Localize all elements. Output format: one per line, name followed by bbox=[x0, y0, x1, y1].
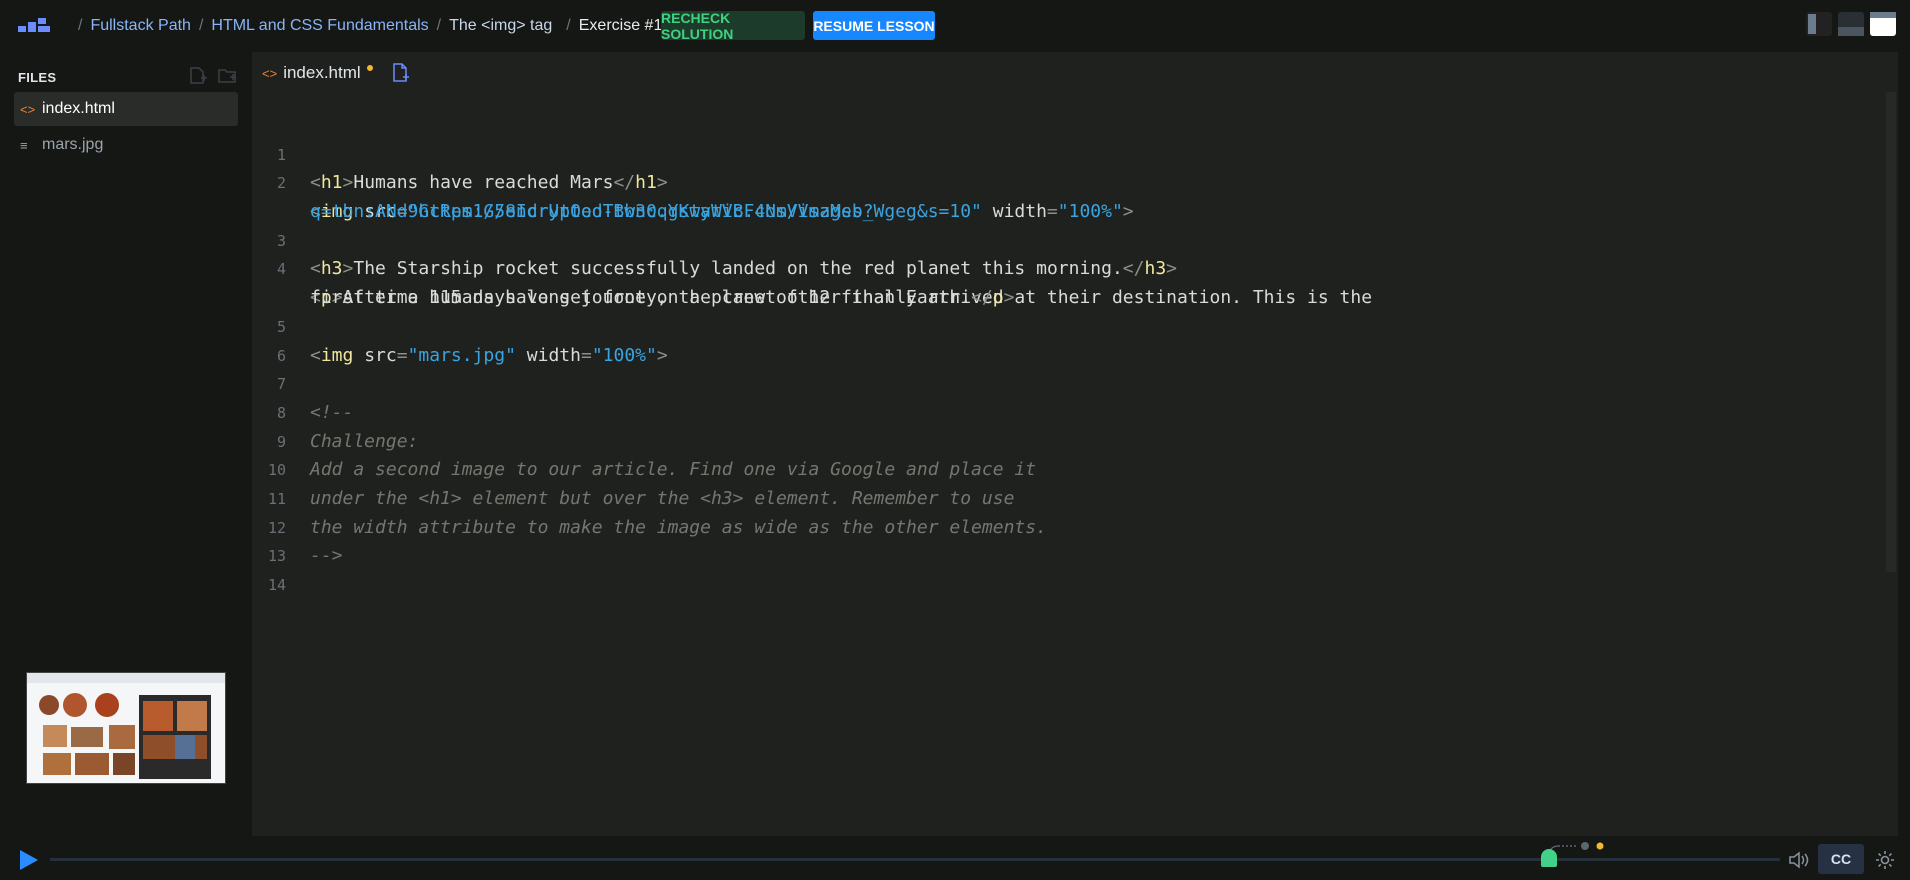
new-file-icon[interactable] bbox=[391, 63, 411, 83]
video-preview-thumbnail[interactable] bbox=[26, 672, 226, 784]
tab-index-html[interactable]: <> index.html bbox=[262, 63, 373, 83]
unsaved-dot-icon bbox=[366, 65, 373, 71]
scrimba-logo-icon[interactable] bbox=[18, 18, 52, 34]
code-line: 11 the width attribute to make the image… bbox=[252, 456, 1872, 538]
html-file-icon: <> bbox=[20, 101, 36, 117]
html-file-icon: <> bbox=[262, 65, 278, 81]
code-line: 5 <img src="mars.jpg" width="100%"> bbox=[252, 284, 1872, 366]
layout-console-icon[interactable] bbox=[1838, 12, 1864, 36]
code-line: 2 <img src="https://encrypted-tbn0.gstat… bbox=[252, 141, 1872, 222]
breadcrumb-separator: / bbox=[198, 17, 204, 34]
code-line: 6 bbox=[252, 313, 1872, 365]
code-line-wrap: q=tbn:ANd9GcRem1G58IdrUtOooTBw3cqYKwyWVB… bbox=[252, 169, 1872, 222]
breadcrumb-fullstack-path[interactable]: Fullstack Path bbox=[90, 17, 190, 35]
breadcrumb-html-css-fundamentals[interactable]: HTML and CSS Fundamentals bbox=[211, 17, 428, 35]
files-heading: FILES bbox=[18, 70, 57, 85]
tab-label: index.html bbox=[283, 63, 361, 82]
code-line-wrap: first time humans have set foot on a pla… bbox=[252, 255, 1872, 308]
file-name: index.html bbox=[42, 100, 115, 117]
gear-icon[interactable] bbox=[1874, 849, 1896, 871]
breadcrumb-separator: / bbox=[436, 17, 442, 34]
layout-sidebar-icon[interactable] bbox=[1806, 12, 1832, 36]
editor-tab-bar: <> index.html bbox=[252, 52, 1898, 94]
new-folder-icon[interactable] bbox=[218, 67, 238, 85]
captions-button[interactable]: CC bbox=[1818, 844, 1864, 874]
breadcrumb-exercise[interactable]: Exercise #1 bbox=[579, 17, 663, 35]
code-line: 9 Add a second image to our article. Fin… bbox=[252, 399, 1872, 481]
line-number: 14 bbox=[267, 576, 286, 595]
play-icon[interactable] bbox=[20, 850, 38, 870]
volume-icon[interactable] bbox=[1788, 850, 1810, 870]
file-item-index-html[interactable]: <> index.html bbox=[14, 92, 238, 126]
top-bar: / Fullstack Path / HTML and CSS Fundamen… bbox=[0, 0, 1910, 52]
breadcrumb: / Fullstack Path / HTML and CSS Fundamen… bbox=[70, 0, 662, 52]
code-line: 4 <p>After a 115 days long journey, the … bbox=[252, 227, 1872, 308]
code-line: 14 bbox=[252, 542, 1872, 594]
image-file-icon: ≡ bbox=[20, 137, 28, 153]
code-editor: <> index.html 1 <h1>Humans have reached … bbox=[252, 52, 1898, 836]
recheck-solution-button[interactable]: RECHECK SOLUTION bbox=[661, 10, 805, 42]
code-line: 8 Challenge: bbox=[252, 370, 1872, 452]
timeline-markers bbox=[1548, 840, 1608, 856]
code-line: 13 bbox=[252, 514, 1872, 565]
code-line: 3 <h3>The Starship rocket successfully l… bbox=[252, 198, 1872, 280]
ghost-icon[interactable] bbox=[1541, 849, 1557, 867]
code-line: 10 under the <h1> element but over the <… bbox=[252, 428, 1872, 509]
breadcrumb-separator: / bbox=[78, 17, 83, 34]
new-file-icon[interactable] bbox=[188, 67, 208, 85]
breadcrumb-separator: / bbox=[566, 17, 571, 34]
code-line: 7 <!-- bbox=[252, 342, 1872, 423]
code-area[interactable]: 1 <h1>Humans have reached Mars</h1> 2 <i… bbox=[252, 112, 1872, 594]
breadcrumb-img-tag[interactable]: The <img> tag bbox=[449, 17, 552, 35]
player-bar: CC bbox=[0, 840, 1910, 880]
timeline-scrubber[interactable] bbox=[50, 858, 1780, 861]
code-line: 12 --> bbox=[252, 485, 1872, 567]
file-sidebar: FILES <> index.html ≡ mars.jpg bbox=[0, 52, 248, 840]
file-name: mars.jpg bbox=[42, 136, 104, 153]
resume-lesson-button[interactable]: RESUME LESSON bbox=[813, 11, 935, 40]
editor-scrollbar[interactable] bbox=[1886, 92, 1896, 572]
sidebar-actions bbox=[188, 67, 238, 85]
file-item-mars-jpg[interactable]: ≡ mars.jpg bbox=[14, 128, 238, 162]
layout-browser-icon[interactable] bbox=[1870, 12, 1896, 36]
code-line: 1 <h1>Humans have reached Mars</h1> bbox=[252, 112, 1872, 194]
layout-switcher bbox=[1806, 12, 1896, 36]
